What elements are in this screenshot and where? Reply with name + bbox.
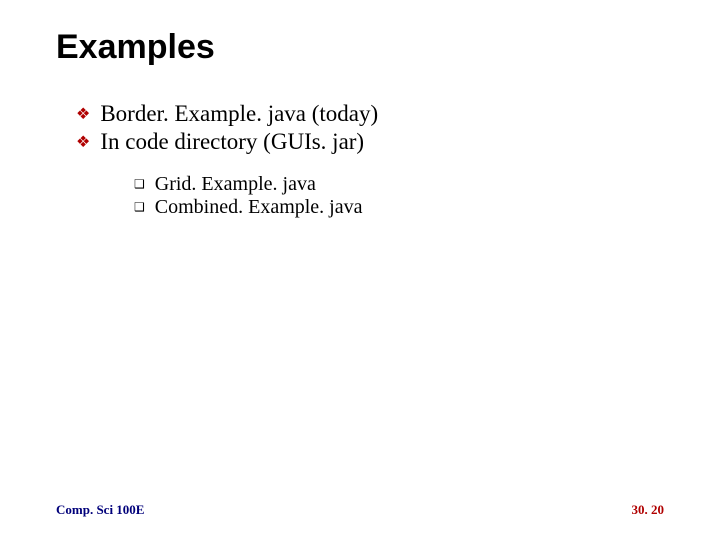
footer-page-number: 30. 20: [632, 502, 665, 518]
diamond-bullet-icon: ❖: [76, 132, 90, 152]
square-bullet-icon: ❑: [134, 177, 145, 192]
list-item: ❖ In code directory (GUIs. jar): [76, 129, 664, 155]
list-item: ❑ Combined. Example. java: [134, 196, 664, 219]
bullet-text: Combined. Example. java: [155, 196, 363, 219]
square-bullet-icon: ❑: [134, 200, 145, 215]
list-item: ❑ Grid. Example. java: [134, 173, 664, 196]
spacer: [56, 157, 664, 173]
diamond-bullet-icon: ❖: [76, 104, 90, 124]
slide: Examples ❖ Border. Example. java (today)…: [0, 0, 720, 540]
bullet-text: In code directory (GUIs. jar): [100, 129, 364, 155]
footer-course: Comp. Sci 100E: [56, 502, 144, 518]
page-title: Examples: [56, 28, 664, 67]
footer: Comp. Sci 100E 30. 20: [56, 502, 664, 518]
bullet-text: Border. Example. java (today): [100, 101, 378, 127]
bullet-text: Grid. Example. java: [155, 173, 316, 196]
list-item: ❖ Border. Example. java (today): [76, 101, 664, 127]
